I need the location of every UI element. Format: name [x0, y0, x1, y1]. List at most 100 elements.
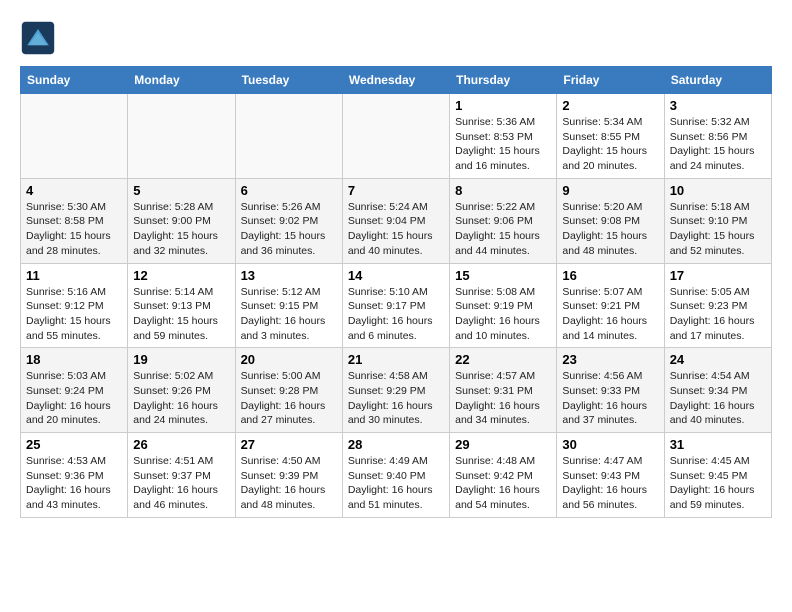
day-number: 25	[26, 437, 122, 452]
day-info: Sunrise: 5:32 AMSunset: 8:56 PMDaylight:…	[670, 115, 766, 174]
calendar-cell-w5d3: 27 Sunrise: 4:50 AMSunset: 9:39 PMDayligh…	[235, 433, 342, 518]
day-number: 19	[133, 352, 229, 367]
weekday-header-friday: Friday	[557, 67, 664, 94]
day-info: Sunrise: 5:18 AMSunset: 9:10 PMDaylight:…	[670, 200, 766, 259]
week-row-5: 25 Sunrise: 4:53 AMSunset: 9:36 PMDayligh…	[21, 433, 772, 518]
day-number: 27	[241, 437, 337, 452]
calendar-cell-w5d5: 29 Sunrise: 4:48 AMSunset: 9:42 PMDayligh…	[450, 433, 557, 518]
day-info: Sunrise: 5:14 AMSunset: 9:13 PMDaylight:…	[133, 285, 229, 344]
day-number: 24	[670, 352, 766, 367]
calendar-cell-w4d2: 19 Sunrise: 5:02 AMSunset: 9:26 PMDayligh…	[128, 348, 235, 433]
day-number: 30	[562, 437, 658, 452]
day-number: 12	[133, 268, 229, 283]
calendar-cell-w5d7: 31 Sunrise: 4:45 AMSunset: 9:45 PMDayligh…	[664, 433, 771, 518]
day-number: 10	[670, 183, 766, 198]
week-row-1: 1 Sunrise: 5:36 AMSunset: 8:53 PMDaylight…	[21, 94, 772, 179]
day-number: 17	[670, 268, 766, 283]
day-info: Sunrise: 4:45 AMSunset: 9:45 PMDaylight:…	[670, 454, 766, 513]
calendar-cell-w1d1	[21, 94, 128, 179]
calendar-cell-w3d2: 12 Sunrise: 5:14 AMSunset: 9:13 PMDayligh…	[128, 263, 235, 348]
day-number: 29	[455, 437, 551, 452]
day-info: Sunrise: 4:49 AMSunset: 9:40 PMDaylight:…	[348, 454, 444, 513]
week-row-2: 4Sunrise: 5:30 AMSunset: 8:58 PMDaylight…	[21, 178, 772, 263]
weekday-header-row: SundayMondayTuesdayWednesdayThursdayFrid…	[21, 67, 772, 94]
calendar-cell-w2d2: 5 Sunrise: 5:28 AMSunset: 9:00 PMDaylight…	[128, 178, 235, 263]
day-info: Sunrise: 5:22 AMSunset: 9:06 PMDaylight:…	[455, 200, 551, 259]
calendar-cell-w4d4: 21 Sunrise: 4:58 AMSunset: 9:29 PMDayligh…	[342, 348, 449, 433]
day-info: Sunrise: 5:28 AMSunset: 9:00 PMDaylight:…	[133, 200, 229, 259]
day-number: 5	[133, 183, 229, 198]
day-number: 20	[241, 352, 337, 367]
day-info: Sunrise: 5:10 AMSunset: 9:17 PMDaylight:…	[348, 285, 444, 344]
logo	[20, 20, 62, 56]
day-number: 11	[26, 268, 122, 283]
day-number: 6	[241, 183, 337, 198]
day-info: Sunrise: 4:50 AMSunset: 9:39 PMDaylight:…	[241, 454, 337, 513]
day-number: 21	[348, 352, 444, 367]
calendar-cell-w1d4	[342, 94, 449, 179]
day-number: 8	[455, 183, 551, 198]
calendar-cell-w4d6: 23 Sunrise: 4:56 AMSunset: 9:33 PMDayligh…	[557, 348, 664, 433]
day-number: 13	[241, 268, 337, 283]
calendar-cell-w4d5: 22 Sunrise: 4:57 AMSunset: 9:31 PMDayligh…	[450, 348, 557, 433]
calendar-cell-w3d1: 11 Sunrise: 5:16 AMSunset: 9:12 PMDayligh…	[21, 263, 128, 348]
day-info: Sunrise: 4:58 AMSunset: 9:29 PMDaylight:…	[348, 369, 444, 428]
calendar-cell-w2d1: 4Sunrise: 5:30 AMSunset: 8:58 PMDaylight…	[21, 178, 128, 263]
calendar-cell-w3d5: 15 Sunrise: 5:08 AMSunset: 9:19 PMDayligh…	[450, 263, 557, 348]
day-info: Sunrise: 4:51 AMSunset: 9:37 PMDaylight:…	[133, 454, 229, 513]
calendar-cell-w2d4: 7 Sunrise: 5:24 AMSunset: 9:04 PMDaylight…	[342, 178, 449, 263]
day-number: 16	[562, 268, 658, 283]
calendar-cell-w5d1: 25 Sunrise: 4:53 AMSunset: 9:36 PMDayligh…	[21, 433, 128, 518]
day-info: Sunrise: 5:02 AMSunset: 9:26 PMDaylight:…	[133, 369, 229, 428]
calendar-cell-w5d4: 28 Sunrise: 4:49 AMSunset: 9:40 PMDayligh…	[342, 433, 449, 518]
day-info: Sunrise: 5:16 AMSunset: 9:12 PMDaylight:…	[26, 285, 122, 344]
day-number: 2	[562, 98, 658, 113]
weekday-header-sunday: Sunday	[21, 67, 128, 94]
calendar-cell-w2d7: 10 Sunrise: 5:18 AMSunset: 9:10 PMDayligh…	[664, 178, 771, 263]
day-info: Sunrise: 5:00 AMSunset: 9:28 PMDaylight:…	[241, 369, 337, 428]
day-info: Sunrise: 5:34 AMSunset: 8:55 PMDaylight:…	[562, 115, 658, 174]
day-number: 22	[455, 352, 551, 367]
day-info: Sunrise: 4:47 AMSunset: 9:43 PMDaylight:…	[562, 454, 658, 513]
calendar-cell-w3d7: 17Sunrise: 5:05 AMSunset: 9:23 PMDayligh…	[664, 263, 771, 348]
calendar-cell-w1d6: 2 Sunrise: 5:34 AMSunset: 8:55 PMDaylight…	[557, 94, 664, 179]
calendar-cell-w5d6: 30 Sunrise: 4:47 AMSunset: 9:43 PMDayligh…	[557, 433, 664, 518]
weekday-header-saturday: Saturday	[664, 67, 771, 94]
calendar-cell-w3d3: 13 Sunrise: 5:12 AMSunset: 9:15 PMDayligh…	[235, 263, 342, 348]
week-row-3: 11 Sunrise: 5:16 AMSunset: 9:12 PMDayligh…	[21, 263, 772, 348]
calendar-cell-w2d5: 8 Sunrise: 5:22 AMSunset: 9:06 PMDaylight…	[450, 178, 557, 263]
calendar-cell-w2d3: 6Sunrise: 5:26 AMSunset: 9:02 PMDaylight…	[235, 178, 342, 263]
day-info: Sunrise: 4:48 AMSunset: 9:42 PMDaylight:…	[455, 454, 551, 513]
day-number: 7	[348, 183, 444, 198]
day-info: Sunrise: 5:12 AMSunset: 9:15 PMDaylight:…	[241, 285, 337, 344]
day-info: Sunrise: 5:36 AMSunset: 8:53 PMDaylight:…	[455, 115, 551, 174]
day-number: 23	[562, 352, 658, 367]
day-info: Sunrise: 5:08 AMSunset: 9:19 PMDaylight:…	[455, 285, 551, 344]
day-number: 31	[670, 437, 766, 452]
day-number: 18	[26, 352, 122, 367]
day-number: 3	[670, 98, 766, 113]
day-info: Sunrise: 5:07 AMSunset: 9:21 PMDaylight:…	[562, 285, 658, 344]
day-number: 14	[348, 268, 444, 283]
day-number: 28	[348, 437, 444, 452]
day-info: Sunrise: 5:24 AMSunset: 9:04 PMDaylight:…	[348, 200, 444, 259]
day-number: 1	[455, 98, 551, 113]
day-info: Sunrise: 4:53 AMSunset: 9:36 PMDaylight:…	[26, 454, 122, 513]
logo-icon	[20, 20, 56, 56]
day-info: Sunrise: 4:54 AMSunset: 9:34 PMDaylight:…	[670, 369, 766, 428]
calendar-cell-w4d3: 20 Sunrise: 5:00 AMSunset: 9:28 PMDayligh…	[235, 348, 342, 433]
weekday-header-wednesday: Wednesday	[342, 67, 449, 94]
calendar-cell-w3d6: 16 Sunrise: 5:07 AMSunset: 9:21 PMDayligh…	[557, 263, 664, 348]
day-info: Sunrise: 4:56 AMSunset: 9:33 PMDaylight:…	[562, 369, 658, 428]
calendar-cell-w4d7: 24 Sunrise: 4:54 AMSunset: 9:34 PMDayligh…	[664, 348, 771, 433]
day-number: 9	[562, 183, 658, 198]
calendar-cell-w1d5: 1 Sunrise: 5:36 AMSunset: 8:53 PMDaylight…	[450, 94, 557, 179]
calendar-cell-w1d3	[235, 94, 342, 179]
calendar-table: SundayMondayTuesdayWednesdayThursdayFrid…	[20, 66, 772, 518]
calendar-cell-w2d6: 9Sunrise: 5:20 AMSunset: 9:08 PMDaylight…	[557, 178, 664, 263]
day-number: 15	[455, 268, 551, 283]
day-info: Sunrise: 4:57 AMSunset: 9:31 PMDaylight:…	[455, 369, 551, 428]
calendar-cell-w1d2	[128, 94, 235, 179]
calendar-cell-w3d4: 14 Sunrise: 5:10 AMSunset: 9:17 PMDayligh…	[342, 263, 449, 348]
calendar-cell-w5d2: 26Sunrise: 4:51 AMSunset: 9:37 PMDayligh…	[128, 433, 235, 518]
